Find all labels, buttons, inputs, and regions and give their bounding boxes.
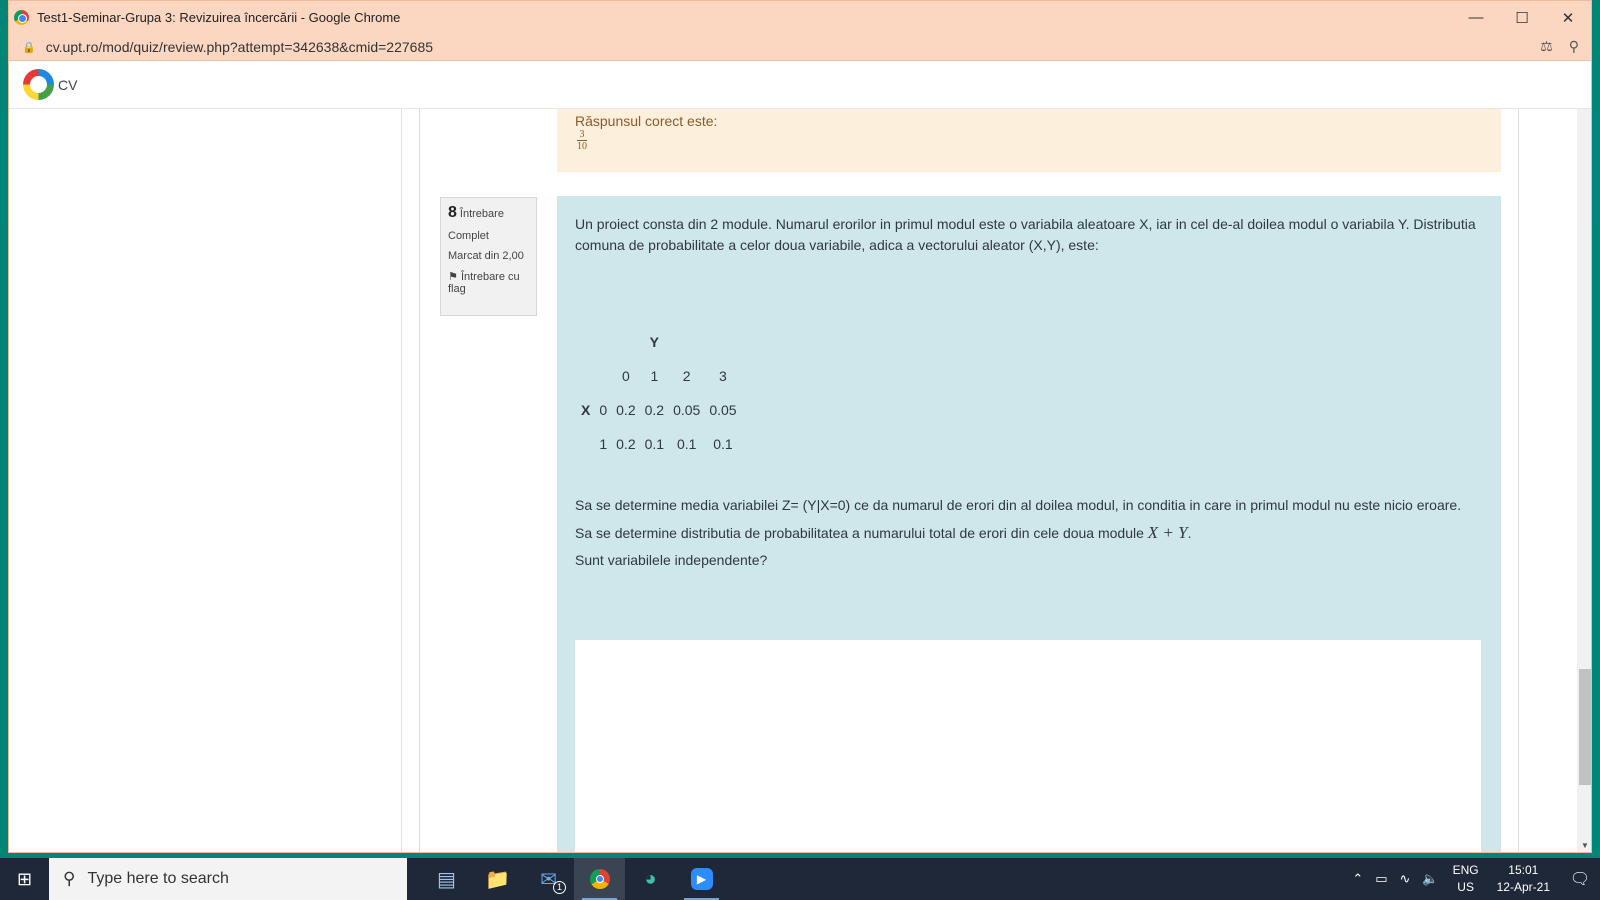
table-cell: 0.2 [616,402,636,418]
chrome-icon [14,10,29,25]
question-number: 8 [448,204,457,221]
page-content: Răspunsul corect este: 3 10 8 Întrebare C… [9,109,1577,852]
url-text[interactable]: cv.upt.ro/mod/quiz/review.php?attempt=34… [46,39,433,55]
flag-question[interactable]: ⚑ Întrebare cu flag [448,270,529,295]
x-value: 0 [599,402,608,418]
scroll-down-icon[interactable]: ▼ [1581,841,1589,850]
zoom-icon[interactable]: ⚲ [1569,38,1579,55]
search-icon: ⚲ [63,869,76,888]
site-name[interactable]: CV [58,77,77,93]
region-code: US [1457,880,1474,894]
wifi-icon[interactable]: ∿ [1400,871,1411,887]
probability-table: Y 0 1 2 3 X 0 0.2 0.2 0.05 0.05 1 0.2 0.… [575,326,740,462]
question-intro: Un proiect consta din 2 module. Numarul … [575,216,1476,253]
scrollbar-thumb[interactable] [1579,669,1591,785]
y-value: 0 [621,368,630,384]
file-explorer-icon[interactable]: 📁 [472,858,523,900]
clock-date: 12-Apr-21 [1496,880,1550,894]
y-value: 2 [682,368,691,384]
table-cell: 0.1 [644,436,665,452]
windows-start-icon[interactable]: ⊞ [0,858,49,900]
volume-icon[interactable]: 🔈 [1422,871,1438,887]
fraction-denominator: 10 [577,141,587,152]
flag-label[interactable]: Întrebare cu flag [448,271,520,295]
question-number-label: Întrebare [459,208,504,220]
table-row: 1 0.2 0.1 0.1 0.1 [575,428,740,462]
close-button[interactable]: ✕ [1545,1,1591,34]
question-mark: Marcat din 2,00 [448,250,524,262]
page-scrollbar[interactable]: ▲ ▼ [1577,61,1591,852]
y-value: 3 [719,368,727,384]
search-placeholder[interactable]: Type here to search [87,870,228,888]
site-header: CV [9,61,1591,109]
desktop-background-right [1592,108,1600,228]
table-row: X 0 0.2 0.2 0.05 0.05 [575,394,740,428]
question-line-3: Sunt variabilele independente? [575,552,768,568]
language-indicator[interactable]: ENG US [1453,862,1479,896]
table-cell: 0.1 [676,436,697,452]
math-x-plus-y: X + Y [1147,523,1188,542]
battery-icon[interactable]: ▭ [1375,871,1387,887]
window-title: Test1-Seminar-Grupa 3: Revizuirea încerc… [37,10,401,25]
clock[interactable]: 15:01 12-Apr-21 [1497,862,1550,896]
correct-answer-fraction: 3 10 [577,129,587,152]
mail-icon[interactable]: ✉ 1 [523,858,574,900]
notification-icon[interactable]: 🗨 [1560,869,1600,889]
table-cell: 0.1 [713,436,733,452]
answer-text-area[interactable] [575,640,1481,852]
site-logo[interactable] [23,69,54,100]
main-column: Răspunsul corect este: 3 10 8 Întrebare C… [419,109,1519,852]
table-cell: 0.05 [709,402,737,418]
correct-answer-feedback: Răspunsul corect este: 3 10 [557,109,1501,172]
question-line-2: Sa se determine distributia de probabili… [575,519,1495,547]
maximize-button[interactable]: ☐ [1499,1,1545,34]
zoom-app-icon[interactable]: ▶ [676,858,727,900]
fraction-numerator: 3 [577,129,587,141]
y-value: 1 [650,368,659,384]
table-cell: 0.2 [644,402,665,418]
left-column [9,109,402,852]
minimize-button[interactable]: — [1453,1,1499,34]
language-code: ENG [1452,863,1479,877]
lock-icon[interactable]: 🔒 [22,41,36,54]
y-label: Y [649,334,660,350]
desktop-background [0,108,8,228]
question-line-2-end: . [1187,525,1192,541]
translate-icon[interactable]: ⚖ [1540,38,1553,55]
browser-window: Test1-Seminar-Grupa 3: Revizuirea încerc… [8,0,1592,853]
title-bar[interactable]: Test1-Seminar-Grupa 3: Revizuirea încerc… [9,1,1591,34]
x-value: 1 [599,436,608,452]
system-tray: ⌃ ▭ ∿ 🔈 ENG US 15:01 12-Apr-21 🗨 [1346,858,1600,900]
clock-time: 15:01 [1508,863,1539,877]
taskbar: ⊞ ⚲ Type here to search ▤ 📁 ✉ 1 ◕ ▶ ⌃ ▭ ∿… [0,858,1600,900]
question-state: Complet [448,230,489,242]
chevron-up-icon[interactable]: ⌃ [1352,871,1363,887]
address-bar[interactable]: 🔒 cv.upt.ro/mod/quiz/review.php?attempt=… [9,34,1591,61]
taskbar-search[interactable]: ⚲ Type here to search [49,858,407,900]
chrome-taskbar-icon[interactable] [574,858,625,900]
correct-answer-label: Răspunsul corect este: [575,113,718,129]
edge-icon[interactable]: ◕ [625,858,676,900]
table-cell: 0.05 [673,402,701,418]
table-cell: 0.2 [616,436,636,452]
question-info: 8 Întrebare Complet Marcat din 2,00 ⚑ Înt… [440,197,537,316]
flag-icon[interactable]: ⚑ [448,271,458,283]
mail-badge: 1 [553,881,566,894]
question-line-1: Sa se determine media variabilei Z= (Y|X… [575,497,1462,513]
question-line-2-text: Sa se determine distributia de probabili… [575,525,1144,541]
task-view-icon[interactable]: ▤ [421,858,472,900]
question-text-box: Un proiect consta din 2 module. Numarul … [557,196,1501,852]
x-label: X [581,402,591,418]
